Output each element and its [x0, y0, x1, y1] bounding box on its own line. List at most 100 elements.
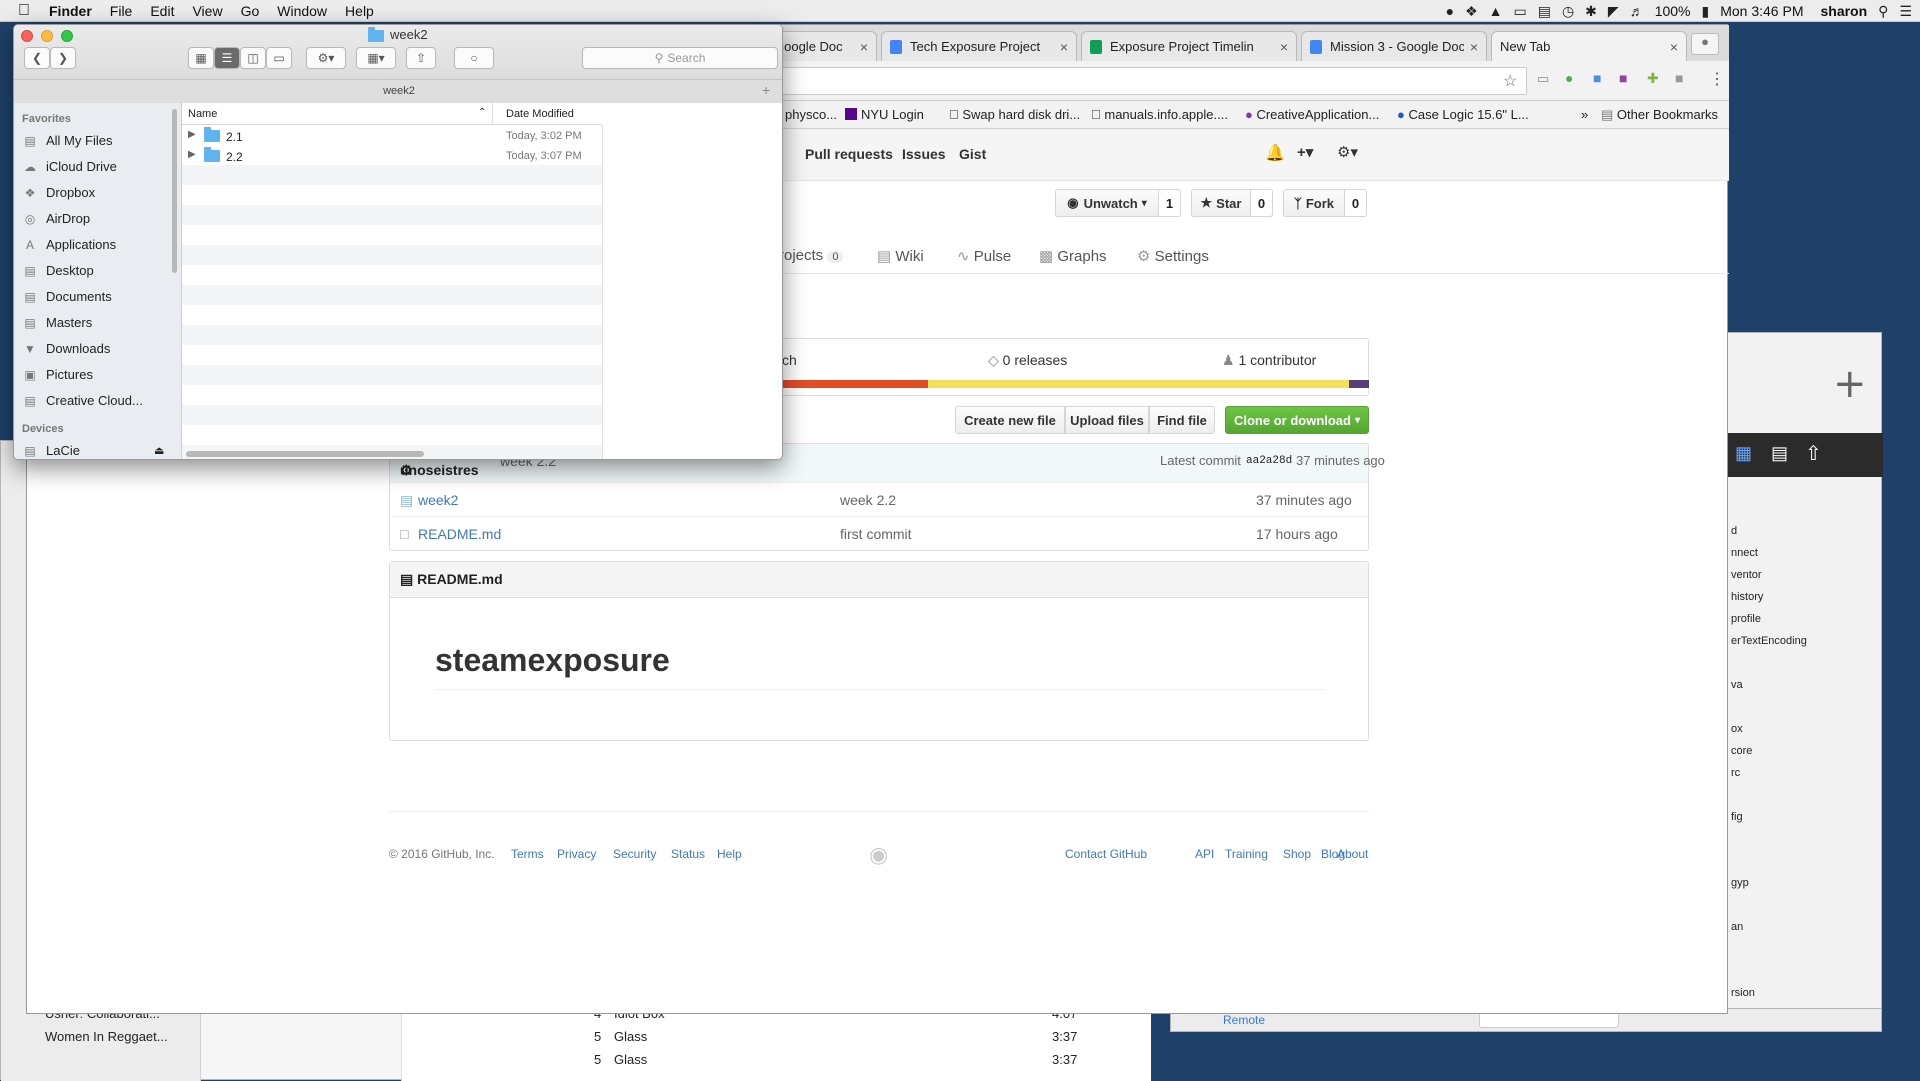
menu-window[interactable]: Window: [268, 3, 336, 19]
track-title[interactable]: Glass: [614, 1052, 647, 1067]
list-item[interactable]: ▶ 2.1 Today, 3:02 PM: [182, 127, 602, 147]
fork-count[interactable]: 0: [1345, 189, 1367, 217]
tab-projects[interactable]: rojects 0: [779, 247, 844, 264]
tags-button[interactable]: ○: [454, 47, 494, 69]
sidebar-item-lacie[interactable]: ▤ LaCie ⏏: [22, 443, 164, 458]
menu-go[interactable]: Go: [232, 3, 269, 19]
add-icon[interactable]: +: [1833, 361, 1867, 407]
column-view-button[interactable]: ◫: [240, 47, 266, 69]
tab-graphs[interactable]: ▩ Graphs: [1039, 247, 1107, 265]
status-app-icon[interactable]: ●: [1446, 3, 1454, 19]
sidebar-item-documents[interactable]: ▤ Documents: [22, 289, 111, 304]
action-gear-button[interactable]: ⚙▾: [306, 47, 346, 69]
find-file-button[interactable]: Find file: [1149, 406, 1215, 434]
notifications-bell-icon[interactable]: 🔔: [1265, 143, 1285, 163]
track-title[interactable]: Glass: [614, 1029, 647, 1044]
close-tab-icon[interactable]: ×: [1470, 39, 1478, 55]
battery-percent[interactable]: 100%: [1655, 3, 1691, 19]
column-date-header[interactable]: Date Modified: [506, 108, 574, 120]
zoom-button[interactable]: [61, 30, 73, 42]
upload-icon[interactable]: ⇧: [1805, 441, 1822, 466]
bookmark-star-icon[interactable]: ☆: [1503, 71, 1517, 91]
disclosure-triangle-icon[interactable]: ▶: [188, 149, 196, 160]
notification-center-icon[interactable]: ☰: [1899, 3, 1912, 20]
cover-flow-button[interactable]: ▭: [266, 47, 292, 69]
files-icon[interactable]: ▦: [1735, 443, 1752, 464]
menu-edit[interactable]: Edit: [141, 3, 183, 19]
file-commit-message[interactable]: week 2.2: [840, 492, 896, 508]
bluetooth-icon[interactable]: ✱: [1585, 3, 1597, 20]
tree-item[interactable]: profile: [1731, 613, 1761, 625]
upload-files-button[interactable]: Upload files: [1065, 406, 1149, 434]
contributors-link[interactable]: ♟ 1 contributor: [1222, 352, 1316, 369]
spotlight-search-icon[interactable]: ⚲: [1878, 3, 1888, 20]
remote-label[interactable]: Remote: [1223, 1013, 1265, 1027]
forward-button[interactable]: ❯: [50, 47, 76, 69]
tree-item[interactable]: history: [1731, 591, 1763, 603]
minimize-button[interactable]: [41, 30, 53, 42]
icon-view-button[interactable]: ▦: [188, 47, 214, 69]
star-button[interactable]: ★ Star: [1191, 189, 1251, 217]
sidebar-item-icloud-drive[interactable]: ☁ iCloud Drive: [22, 159, 117, 174]
tab-wiki[interactable]: ▤ Wiki: [877, 247, 924, 265]
menu-app-finder[interactable]: Finder: [40, 3, 101, 19]
extension-icon[interactable]: ■: [1675, 70, 1683, 86]
footer-link[interactable]: Help: [717, 847, 742, 861]
tree-item[interactable]: rc: [1731, 767, 1740, 779]
time-machine-icon[interactable]: ◷: [1562, 3, 1574, 20]
tree-item[interactable]: va: [1731, 679, 1743, 691]
file-name[interactable]: week2: [418, 492, 458, 508]
tree-item[interactable]: fig: [1731, 811, 1743, 823]
tree-item[interactable]: erTextEncoding: [1731, 635, 1807, 647]
bookmarks-overflow-icon[interactable]: »: [1581, 107, 1588, 122]
browser-tab-active[interactable]: New Tab ×: [1491, 31, 1687, 61]
sidebar-item-creative-cloud[interactable]: ▤ Creative Cloud...: [22, 393, 143, 408]
new-tab-icon[interactable]: +: [762, 82, 770, 98]
list-view-button[interactable]: ☰: [214, 47, 240, 69]
back-button[interactable]: ❮: [24, 47, 50, 69]
sidebar-scrollbar[interactable]: [172, 109, 177, 273]
menu-view[interactable]: View: [183, 3, 231, 19]
close-button[interactable]: [21, 30, 33, 42]
nav-gist[interactable]: Gist: [959, 146, 986, 162]
search-field[interactable]: ⚲ Search: [582, 47, 778, 69]
avatar[interactable]: ⚙▾: [1337, 143, 1358, 161]
display-status-icon[interactable]: ▭: [1513, 3, 1526, 20]
menu-file[interactable]: File: [101, 3, 142, 19]
disclosure-triangle-icon[interactable]: ▶: [188, 129, 196, 140]
extension-icon[interactable]: ■: [1593, 70, 1601, 86]
bookmark-item[interactable]:  manuals.info.apple....: [1091, 107, 1228, 122]
watch-count[interactable]: 1: [1159, 189, 1181, 217]
browser-tab[interactable]: Tech Exposure Project ×: [881, 31, 1077, 61]
arrange-button[interactable]: ▦▾: [356, 47, 396, 69]
extension-icon[interactable]: ■: [1619, 70, 1627, 86]
bookmark-item[interactable]:  Swap hard disk dri...: [949, 107, 1080, 122]
profile-icon[interactable]: ●: [1691, 33, 1719, 55]
branches-link[interactable]: ch: [782, 352, 797, 368]
close-tab-icon[interactable]: ×: [860, 39, 868, 55]
create-new-icon[interactable]: +▾: [1297, 143, 1313, 161]
tree-item[interactable]: gyp: [1731, 877, 1749, 889]
footer-link[interactable]: Security: [613, 847, 656, 861]
tree-item[interactable]: rsion: [1731, 987, 1755, 999]
chrome-menu-icon[interactable]: ⋮: [1709, 69, 1725, 89]
footer-link[interactable]: Training: [1225, 847, 1268, 861]
sidebar-item-pictures[interactable]: ▣ Pictures: [22, 367, 93, 382]
tree-item[interactable]: d: [1731, 525, 1737, 537]
close-tab-icon[interactable]: ×: [1280, 39, 1288, 55]
user-name[interactable]: sharon: [1820, 3, 1867, 19]
bookmark-item[interactable]: NYU Login: [845, 107, 924, 122]
column-divider[interactable]: [492, 103, 493, 125]
atom-search-input[interactable]: [1479, 1012, 1619, 1028]
sidebar-item-masters[interactable]: ▤ Masters: [22, 315, 92, 330]
battery-icon[interactable]: ▮: [1702, 3, 1710, 20]
sidebar-item-dropbox[interactable]: ❖ Dropbox: [22, 185, 96, 200]
column-name-header[interactable]: Name: [188, 108, 217, 120]
commit-sha[interactable]: aa2a28d: [1246, 455, 1292, 467]
footer-link[interactable]: Contact GitHub: [1065, 847, 1147, 861]
browser-tab[interactable]: Exposure Project Timelin ×: [1081, 31, 1297, 61]
footer-link[interactable]: Status: [671, 847, 705, 861]
sidebar-item-desktop[interactable]: ▤ Desktop: [22, 263, 93, 278]
other-bookmarks[interactable]: ▤ Other Bookmarks: [1601, 107, 1718, 123]
close-tab-icon[interactable]: ×: [1060, 39, 1068, 55]
